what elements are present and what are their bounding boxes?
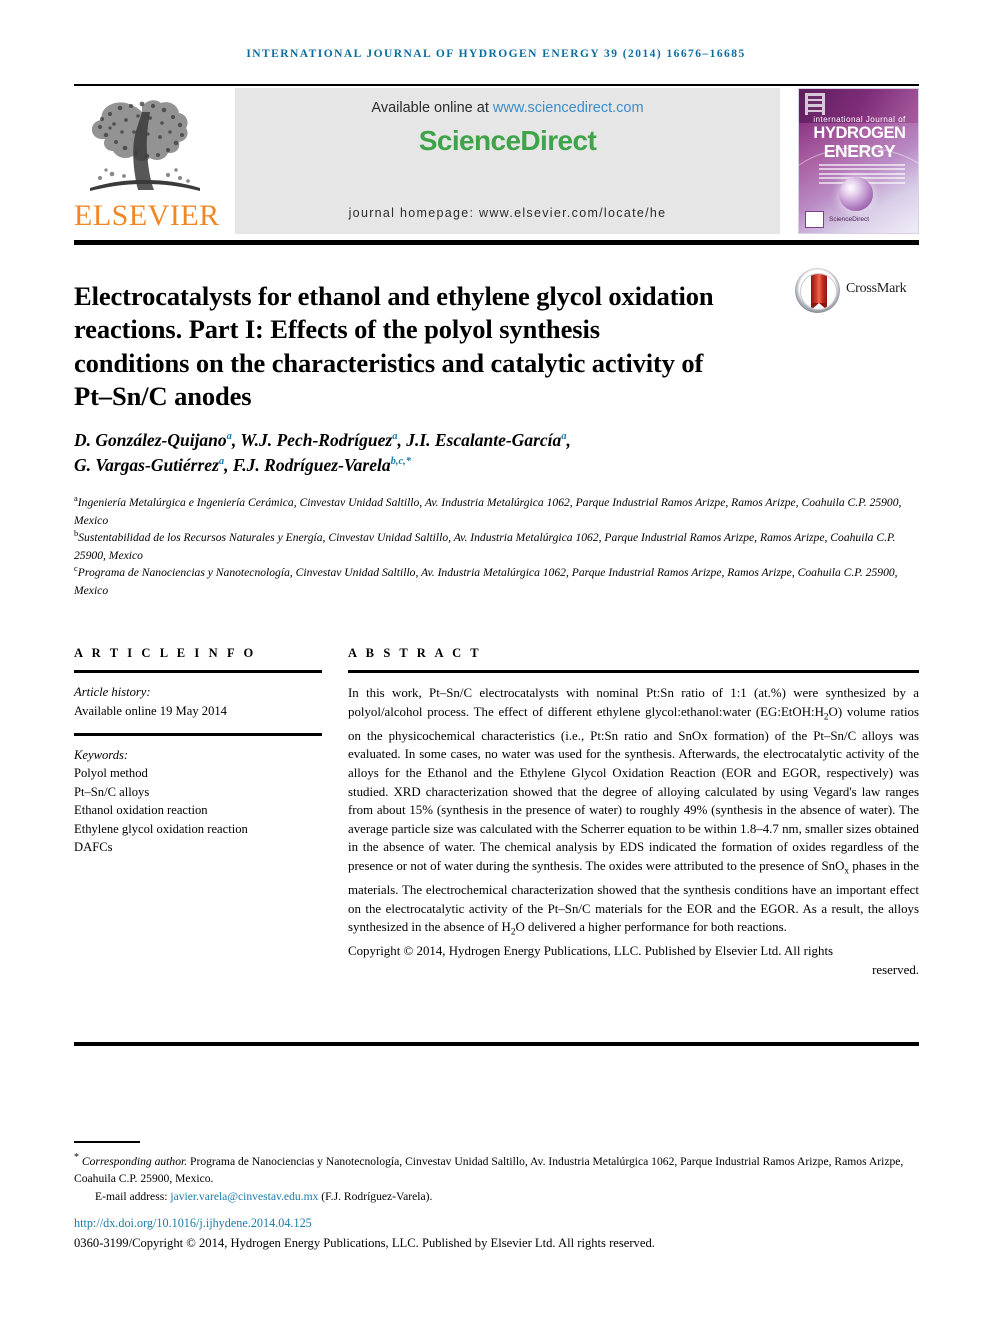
affiliation-item: aIngeniería Metalúrgica e Ingeniería Cer… [74, 494, 919, 529]
page-title: Electrocatalysts for ethanol and ethylen… [74, 280, 714, 412]
email-note: E-mail address: javier.varela@cinvestav.… [95, 1188, 919, 1206]
elsevier-tree-icon [76, 90, 214, 202]
article-info-divider [74, 733, 322, 736]
abstract-copyright-tail: reserved. [872, 963, 919, 978]
abstract-paragraph: In this work, Pt–Sn/C electrocatalysts w… [348, 686, 919, 938]
crossmark-badge[interactable]: CrossMark [795, 268, 917, 314]
doi-link[interactable]: http://dx.doi.org/10.1016/j.ijhydene.201… [74, 1216, 312, 1231]
author-name: F.J. Rodríguez-Varela [232, 455, 391, 475]
author-name: J.I. Escalante-García [406, 430, 562, 450]
abstract-body: In this work, Pt–Sn/C electrocatalysts w… [348, 684, 919, 980]
sciencedirect-url[interactable]: www.sciencedirect.com [493, 100, 644, 116]
footnote-block: * Corresponding author. Programa de Nano… [74, 1149, 919, 1205]
author-list: D. González-Quijanoa, W.J. Pech-Rodrígue… [74, 430, 571, 475]
corresponding-author-label: Corresponding author. [81, 1154, 188, 1168]
cover-title-line2: ENERGY [823, 141, 896, 161]
sciencedirect-banner: Available online at www.sciencedirect.co… [235, 88, 780, 234]
abstract-copyright: Copyright © 2014, Hydrogen Energy Public… [348, 942, 919, 979]
author-name: G. Vargas-Gutiérrez [74, 455, 219, 475]
keyword-item: Polyol method [74, 766, 148, 780]
corresponding-author-note: * Corresponding author. Programa de Nano… [74, 1149, 919, 1188]
cover-footer-text: ScienceDirect [829, 216, 870, 223]
crossmark-label: CrossMark [846, 281, 907, 296]
keyword-item: DAFCs [74, 840, 113, 854]
abstract-heading: A B S T R A C T [348, 646, 482, 660]
elsevier-logo: ELSEVIER [74, 88, 220, 234]
cover-elsevier-footer-icon [805, 211, 824, 228]
journal-header-band: ELSEVIER Available online at www.science… [74, 88, 919, 234]
article-info-rule [74, 670, 322, 673]
author-name: W.J. Pech-Rodríguez [240, 430, 393, 450]
affiliation-list: aIngeniería Metalúrgica e Ingeniería Cer… [74, 494, 919, 600]
crossmark-icon-inner [800, 273, 837, 310]
asterisk-icon: * [74, 1152, 79, 1163]
elsevier-wordmark: ELSEVIER [74, 199, 220, 232]
abstract-copyright-main: Copyright © 2014, Hydrogen Energy Public… [348, 944, 834, 959]
affiliation-item: cPrograma de Nanociencias y Nanotecnolog… [74, 564, 919, 599]
author-affiliation-marker: a [392, 431, 398, 443]
cover-small-title: international Journal of [813, 115, 906, 124]
cover-sphere-graphic [839, 177, 873, 211]
keyword-item: Ethylene glycol oxidation reaction [74, 821, 248, 836]
keyword-item: Pt–Sn/C alloys [74, 784, 150, 799]
email-link[interactable]: javier.varela@cinvestav.edu.mx [170, 1190, 318, 1203]
journal-homepage-line[interactable]: journal homepage: www.elsevier.com/locat… [235, 206, 780, 220]
sciencedirect-logo[interactable]: ScienceDirect [235, 125, 780, 157]
article-first-page: INTERNATIONAL JOURNAL OF HYDROGEN ENERGY… [0, 0, 992, 1323]
author-affiliation-marker: a [218, 456, 225, 468]
running-head: INTERNATIONAL JOURNAL OF HYDROGEN ENERGY… [246, 48, 746, 60]
author-affiliation-marker: b,c,* [390, 456, 412, 468]
affiliation-text: Programa de Nanociencias y Nanotecnologí… [74, 566, 898, 597]
footnote-rule [74, 1141, 140, 1143]
author-name: D. González-Quijano [74, 430, 227, 450]
crossmark-icon [795, 268, 840, 313]
crossmark-ribbon-icon [811, 274, 827, 309]
available-online-prefix: Available online at [371, 100, 493, 116]
keywords-label: Keywords: [74, 747, 129, 762]
corresponding-author-address: Programa de Nanociencias y Nanotecnologí… [74, 1154, 904, 1186]
header-bottom-rule [74, 240, 919, 245]
author-affiliation-marker: a [226, 431, 232, 443]
cover-elsevier-mark-icon [805, 93, 825, 115]
content-bottom-rule [74, 1042, 919, 1046]
cover-footer: ScienceDirect [805, 211, 915, 228]
affiliation-text: Sustentabilidad de los Recursos Naturale… [74, 531, 896, 562]
author-affiliation-marker: a [561, 431, 567, 443]
keywords-block: Keywords: Polyol method Pt–Sn/C alloys E… [74, 746, 322, 857]
article-history-block: Article history: Available online 19 May… [74, 683, 322, 720]
journal-cover-thumbnail: international Journal of HYDROGEN ENERGY… [798, 88, 919, 234]
article-info-column: A R T I C L E I N F O Article history: A… [74, 646, 322, 857]
abstract-rule [348, 670, 919, 673]
article-history-label: Article history: [74, 685, 151, 699]
available-online-line: Available online at www.sciencedirect.co… [235, 100, 780, 116]
cover-title-line1: HYDROGEN [813, 124, 906, 142]
issn-copyright-line: 0360-3199/Copyright © 2014, Hydrogen Ene… [74, 1236, 655, 1250]
email-owner: (F.J. Rodríguez-Varela). [321, 1189, 433, 1203]
affiliation-item: bSustentabilidad de los Recursos Natural… [74, 529, 919, 564]
keyword-item: Ethanol oxidation reaction [74, 803, 208, 817]
article-info-heading: A R T I C L E I N F O [74, 646, 257, 660]
header-top-rule [74, 84, 919, 86]
affiliation-text: Ingeniería Metalúrgica e Ingeniería Cerá… [74, 496, 902, 527]
article-history-value: Available online 19 May 2014 [74, 703, 227, 718]
abstract-column: A B S T R A C T In this work, Pt–Sn/C el… [348, 646, 919, 980]
email-label: E-mail address: [95, 1189, 168, 1203]
